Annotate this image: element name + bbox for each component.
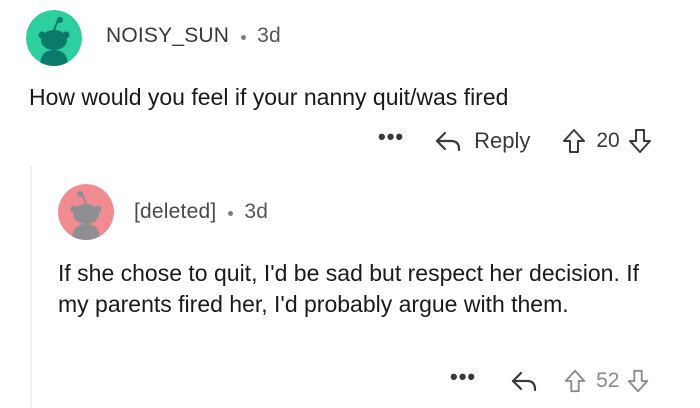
downvote-arrow-icon[interactable] bbox=[625, 368, 651, 394]
upvote-arrow-icon[interactable] bbox=[560, 127, 588, 155]
avatar[interactable] bbox=[26, 10, 82, 66]
reddit-snoo-avatar-icon bbox=[58, 184, 114, 240]
comment-author: [deleted] bbox=[134, 200, 217, 223]
more-options-button[interactable]: ••• bbox=[450, 366, 476, 388]
vote-controls: 20 bbox=[560, 127, 653, 155]
separator-dot bbox=[241, 34, 247, 40]
comment-actions: ••• 52 bbox=[450, 366, 651, 396]
comment-age: 3d bbox=[257, 24, 281, 47]
avatar[interactable] bbox=[58, 184, 114, 240]
reddit-snoo-avatar-icon bbox=[26, 10, 82, 66]
separator-dot bbox=[228, 210, 234, 216]
vote-score: 52 bbox=[596, 369, 620, 392]
more-options-button[interactable]: ••• bbox=[378, 126, 404, 148]
comment-actions: ••• Reply 20 bbox=[378, 124, 654, 158]
comment-age: 3d bbox=[244, 200, 269, 223]
thread-line[interactable] bbox=[30, 166, 32, 408]
comment-meta: [deleted] 3d bbox=[134, 200, 268, 224]
reply-arrow-icon bbox=[512, 371, 537, 392]
comment-author[interactable]: NOISY_SUN bbox=[106, 24, 229, 48]
comment-body: If she chose to quit, I'd be sad but res… bbox=[58, 260, 640, 317]
upvote-arrow-icon[interactable] bbox=[562, 368, 588, 394]
comment-body: How would you feel if your nanny quit/wa… bbox=[29, 84, 509, 110]
vote-controls: 52 bbox=[562, 368, 651, 394]
comment-meta: NOISY_SUN 3d bbox=[106, 24, 281, 48]
reply-button[interactable] bbox=[510, 369, 538, 393]
reply-button[interactable]: Reply bbox=[434, 128, 530, 154]
reply-arrow-icon bbox=[436, 131, 461, 152]
reply-label: Reply bbox=[474, 128, 531, 153]
vote-score: 20 bbox=[596, 129, 620, 152]
downvote-arrow-icon[interactable] bbox=[626, 127, 654, 155]
